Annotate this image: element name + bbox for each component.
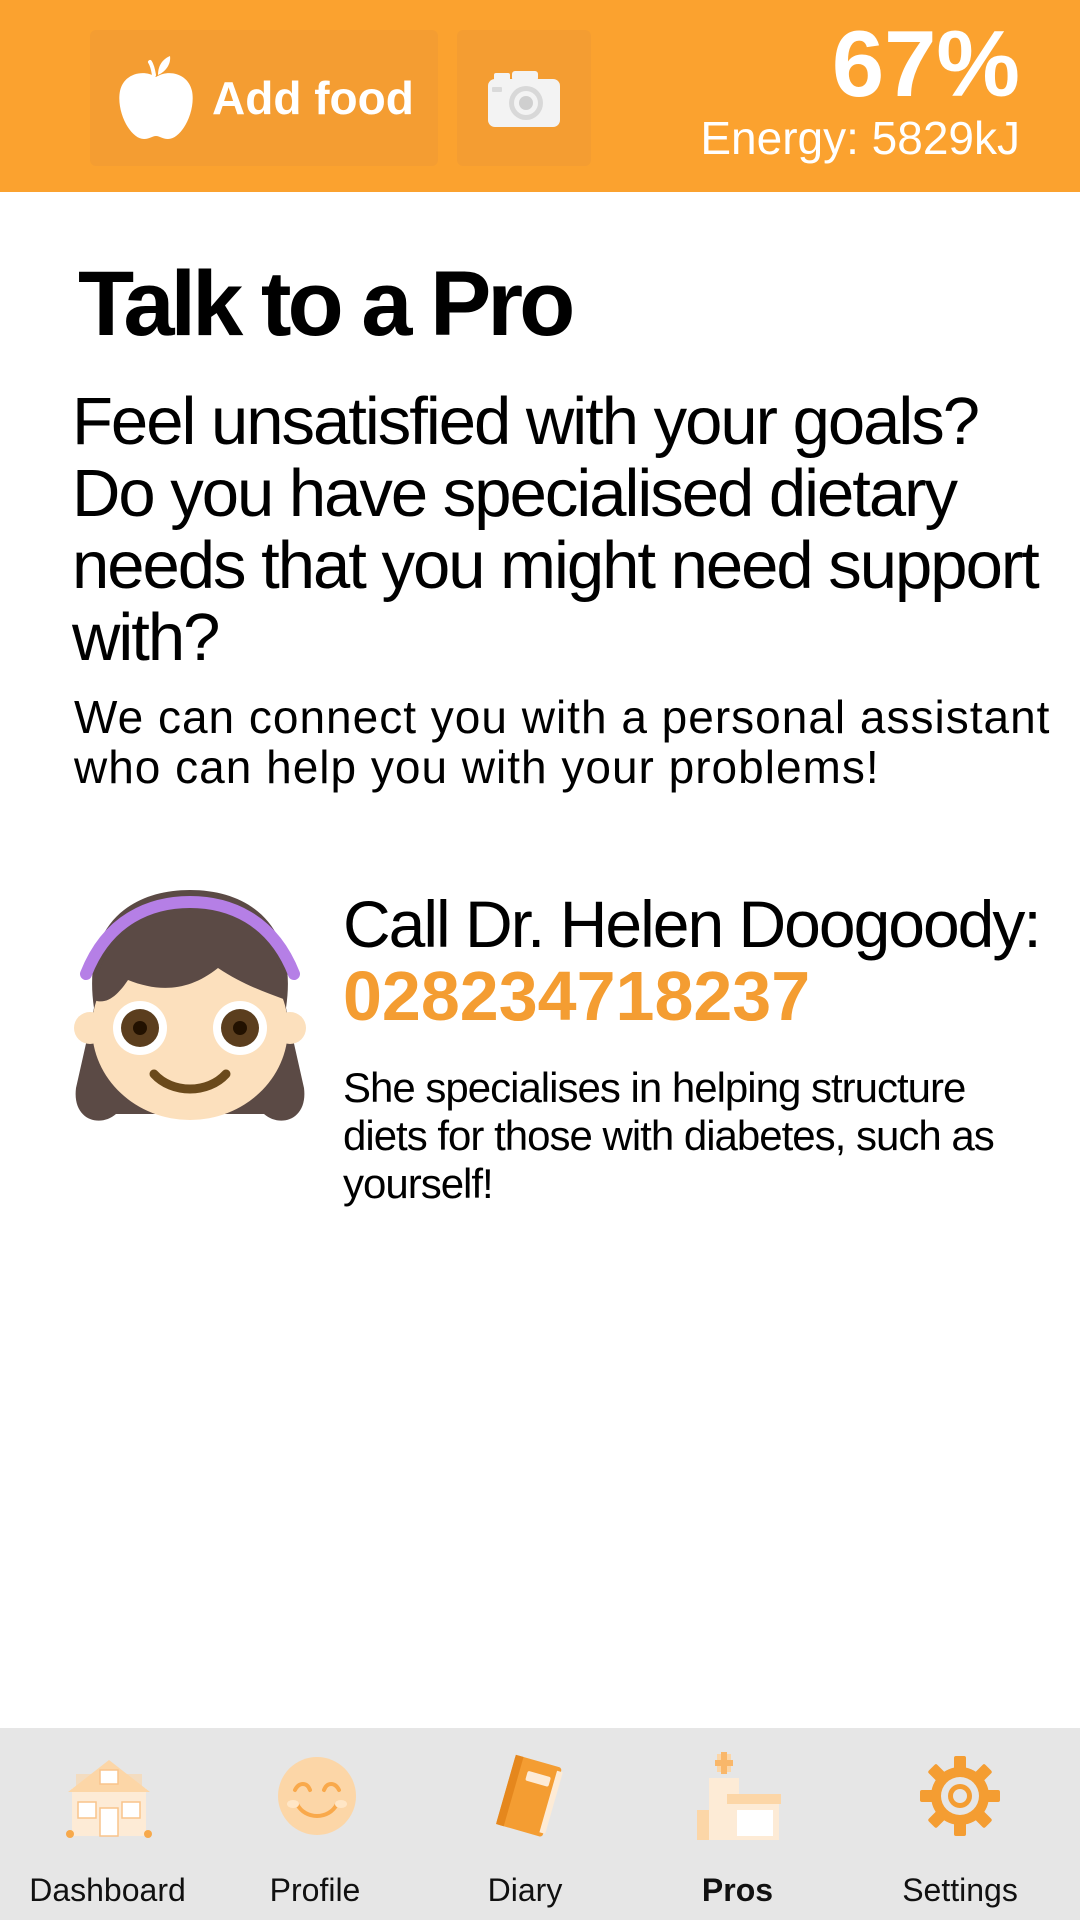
gear-icon bbox=[920, 1756, 1000, 1836]
intro-subtext: We can connect you with a personal assis… bbox=[74, 691, 1051, 793]
nav-item-diary[interactable]: Diary bbox=[415, 1728, 635, 1920]
pros-screen: Add food 67% Energy: 5829kJ Talk to a Pr… bbox=[0, 0, 1080, 1920]
phone-number-link[interactable]: 028234718237 bbox=[343, 958, 810, 1034]
energy-label: Energy: 5829kJ bbox=[700, 112, 1020, 164]
add-food-button[interactable]: Add food bbox=[90, 30, 438, 166]
nav-label: Dashboard bbox=[29, 1872, 186, 1908]
hospital-icon bbox=[697, 1752, 781, 1840]
house-icon bbox=[66, 1760, 152, 1838]
intro-question: Feel unsatisfied with your goals? Do you… bbox=[72, 384, 1040, 675]
call-doctor-label: Call Dr. Helen Doogoody: bbox=[343, 887, 1042, 961]
notebook-icon bbox=[496, 1754, 563, 1837]
nav-item-pros[interactable]: Pros bbox=[635, 1728, 840, 1920]
nav-label: Diary bbox=[487, 1872, 563, 1908]
page-title: Talk to a Pro bbox=[78, 253, 575, 355]
smiley-icon bbox=[278, 1757, 356, 1835]
pro-description: She specialises in helping structure die… bbox=[343, 1064, 995, 1207]
bottom-nav: Dashboard Profile Diary Pros Settings bbox=[0, 1728, 1080, 1920]
nav-label: Profile bbox=[269, 1872, 361, 1908]
nav-label: Pros bbox=[701, 1872, 774, 1908]
camera-button[interactable] bbox=[457, 30, 591, 166]
top-bar: Add food 67% Energy: 5829kJ bbox=[0, 0, 1080, 192]
nav-label: Settings bbox=[902, 1872, 1018, 1908]
nav-item-dashboard[interactable]: Dashboard bbox=[0, 1728, 215, 1920]
nav-item-settings[interactable]: Settings bbox=[840, 1728, 1080, 1920]
girl-face-avatar bbox=[74, 890, 306, 1121]
energy-percent: 67% bbox=[831, 11, 1020, 116]
nav-item-profile[interactable]: Profile bbox=[215, 1728, 415, 1920]
apple-icon bbox=[119, 56, 193, 139]
camera-icon bbox=[488, 71, 560, 127]
add-food-label: Add food bbox=[212, 72, 414, 124]
